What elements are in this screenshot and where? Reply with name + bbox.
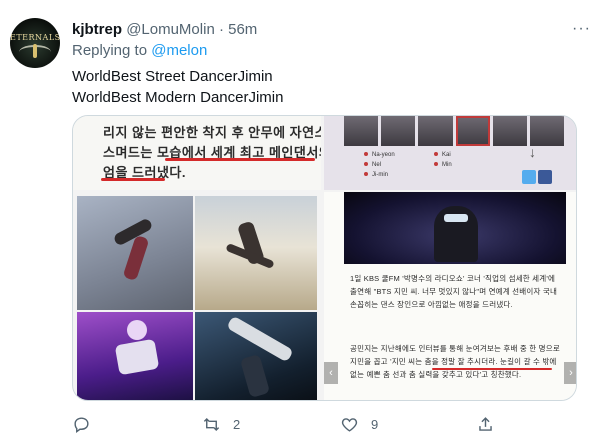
like-count: 9 bbox=[371, 416, 379, 432]
avatar-wordmark: ETERNALS bbox=[10, 33, 60, 42]
tweet-actions: 2 9 bbox=[72, 413, 562, 435]
red-underline bbox=[432, 368, 552, 370]
share-icon bbox=[479, 416, 492, 431]
name-label: Kai bbox=[434, 152, 451, 158]
thumbnail bbox=[529, 116, 565, 146]
retweet-icon bbox=[203, 417, 220, 431]
dancer-silhouette bbox=[226, 315, 294, 363]
name-label: Na-yeon bbox=[364, 152, 395, 158]
mention-link[interactable]: @melon bbox=[151, 42, 207, 59]
avatar-figure-graphic bbox=[33, 44, 37, 58]
tweet-text-line: WorldBest Street DancerJimin bbox=[72, 68, 273, 85]
dancer-photo bbox=[195, 196, 317, 310]
tweet-timestamp[interactable]: 56m bbox=[228, 21, 257, 38]
red-underline bbox=[101, 178, 165, 181]
chevron-down-icon: ↓ bbox=[529, 144, 536, 160]
share-button[interactable] bbox=[476, 413, 495, 435]
article-paragraph: 공민지는 지난해에도 인터뷰를 통해 눈여겨보는 후배 중 한 명으로 지민을 … bbox=[350, 344, 560, 379]
news-clip-line: 리지 않는 편안한 착지 후 안무에 자연스럽게 bbox=[103, 125, 321, 140]
tweet-text: WorldBest Street DancerJimin WorldBest M… bbox=[72, 66, 283, 108]
separator-dot: · bbox=[218, 21, 224, 38]
thumbnail bbox=[344, 116, 379, 146]
heart-icon bbox=[341, 417, 358, 432]
thumbnail-selected bbox=[455, 116, 490, 146]
reply-button[interactable] bbox=[72, 413, 103, 435]
like-button[interactable]: 9 bbox=[340, 413, 378, 435]
dancer-photo bbox=[77, 196, 193, 310]
dancer-silhouette bbox=[239, 354, 271, 398]
tweet-header: kjbtrep @LomuMolin · 56m bbox=[72, 20, 257, 40]
replying-prefix: Replying to bbox=[72, 42, 148, 59]
name-label: Min bbox=[434, 162, 452, 168]
media-dancer-collage[interactable] bbox=[77, 196, 317, 400]
thumbnail bbox=[418, 116, 453, 146]
more-options-icon[interactable]: ··· bbox=[572, 20, 591, 38]
media-grid[interactable]: 리지 않는 편안한 착지 후 안무에 자연스럽게 스며드는 모습에서 세계 최고… bbox=[72, 115, 577, 401]
author-name[interactable]: kjbtrep bbox=[72, 21, 122, 38]
thumbnail bbox=[492, 116, 527, 146]
dancer-photo bbox=[195, 312, 317, 400]
author-handle[interactable]: @LomuMolin bbox=[126, 21, 215, 38]
performer-mask bbox=[444, 214, 468, 222]
dancer-photo bbox=[77, 312, 193, 400]
red-underline bbox=[165, 158, 315, 161]
retweet-count: 2 bbox=[233, 416, 241, 432]
dancer-silhouette bbox=[114, 338, 160, 376]
media-news-article[interactable]: 1일 KBS 쿨FM '박명수의 라디오쇼' 코너 '직업의 섬세한 세계'에 … bbox=[324, 192, 576, 400]
reply-icon bbox=[74, 416, 89, 433]
dancer-silhouette bbox=[127, 320, 147, 340]
article-paragraph: 1일 KBS 쿨FM '박명수의 라디오쇼' 코너 '직업의 섬세한 세계'에 … bbox=[350, 274, 558, 309]
media-app-screen[interactable]: Na-yeon Kai Nel Min Ji-min ↓ bbox=[324, 116, 576, 190]
next-arrow-icon[interactable]: › bbox=[564, 362, 576, 384]
tweet-text-line: WorldBest Modern DancerJimin bbox=[72, 89, 284, 106]
name-label: Nel bbox=[364, 162, 381, 168]
thumbnail bbox=[381, 116, 416, 146]
avatar[interactable]: ETERNALS bbox=[10, 18, 60, 68]
stage-photo bbox=[344, 192, 566, 264]
profile-thumbnails bbox=[344, 116, 565, 146]
media-news-clip[interactable]: 리지 않는 편안한 착지 후 안무에 자연스럽게 스며드는 모습에서 세계 최고… bbox=[73, 116, 321, 190]
tweet[interactable]: ETERNALS kjbtrep @LomuMolin · 56m ··· Re… bbox=[0, 0, 604, 448]
facebook-share-icon bbox=[538, 170, 552, 184]
name-label: Ji-min bbox=[364, 172, 388, 178]
twitter-share-icon bbox=[522, 170, 536, 184]
replying-to: Replying to @melon bbox=[72, 42, 207, 59]
prev-arrow-icon[interactable]: ‹ bbox=[324, 362, 338, 384]
retweet-button[interactable]: 2 bbox=[202, 413, 240, 435]
